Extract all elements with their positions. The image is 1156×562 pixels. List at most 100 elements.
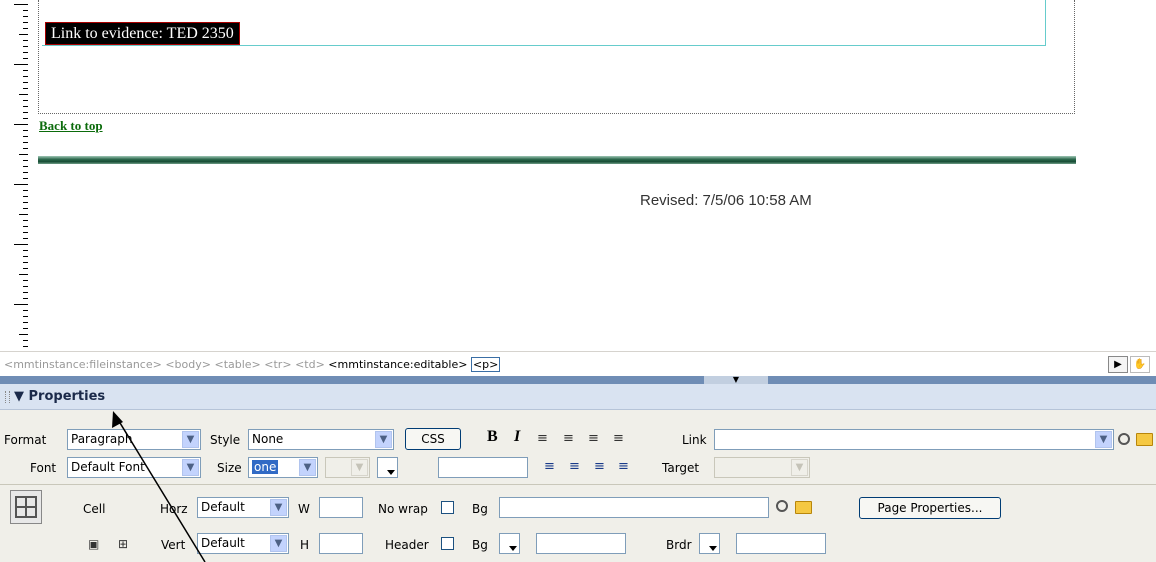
style-select[interactable]: None ▼ <box>248 429 394 450</box>
ruler-tick <box>19 154 28 155</box>
indent-icon[interactable]: ≡ <box>618 459 629 475</box>
merge-cells-icon[interactable]: ▣ <box>88 536 99 552</box>
ruler-tick <box>23 256 28 257</box>
ruler-tick <box>23 208 28 209</box>
chevron-down-icon[interactable]: ▼ <box>375 431 392 448</box>
pointer-tool-icon[interactable]: ▶ <box>1108 356 1128 373</box>
align-justify-icon[interactable]: ≡ <box>613 431 624 447</box>
text-color-input[interactable] <box>438 457 528 478</box>
link-label: Link <box>682 433 707 447</box>
revised-date-text: Revised: 7/5/06 10:58 AM <box>640 192 812 209</box>
target-label: Target <box>662 461 700 475</box>
design-view[interactable]: Link to evidence: TED 2350 Back to top R… <box>0 0 1156 351</box>
chevron-down-icon: ▼ <box>351 459 368 476</box>
vertical-ruler <box>0 0 28 351</box>
bold-button[interactable]: B <box>487 428 498 446</box>
ruler-tick <box>23 130 28 131</box>
format-value: Paragraph <box>71 432 133 446</box>
horz-select[interactable]: Default ▼ <box>197 497 289 518</box>
back-to-top-link[interactable]: Back to top <box>39 118 103 134</box>
browse-folder-icon[interactable] <box>1136 433 1153 446</box>
browse-folder-icon[interactable] <box>795 501 812 514</box>
nowrap-checkbox[interactable] <box>441 501 454 514</box>
point-to-file-icon[interactable] <box>1118 433 1130 445</box>
size-select[interactable]: one ▼ <box>248 457 318 478</box>
panel-grip-icon[interactable] <box>5 391 10 403</box>
ruler-tick <box>23 100 28 101</box>
properties-title[interactable]: ▼ Properties <box>14 389 105 404</box>
format-select[interactable]: Paragraph ▼ <box>67 429 201 450</box>
ruler-tick <box>14 124 28 125</box>
ruler-tick <box>23 262 28 263</box>
ruler-tick <box>23 106 28 107</box>
cell-label: Cell <box>83 502 106 516</box>
brdr-label: Brdr <box>666 538 692 552</box>
header-checkbox[interactable] <box>441 537 454 550</box>
italic-button[interactable]: I <box>514 428 520 446</box>
splitter-collapse-icon[interactable]: ▼ <box>704 376 768 384</box>
bg-image-input[interactable] <box>499 497 769 518</box>
ruler-tick <box>23 76 28 77</box>
align-left-icon[interactable]: ≡ <box>537 431 548 447</box>
h-label: H <box>300 538 310 552</box>
tag-table[interactable]: <table> <box>214 358 260 371</box>
chevron-down-icon[interactable]: ▼ <box>1095 431 1112 448</box>
css-button[interactable]: CSS <box>405 428 461 450</box>
ruler-tick <box>19 214 28 215</box>
panel-splitter[interactable] <box>0 376 1156 384</box>
outdent-icon[interactable]: ≡ <box>594 459 605 475</box>
ruler-tick <box>23 238 28 239</box>
bg-color-swatch[interactable] <box>499 533 520 554</box>
ordered-list-icon[interactable]: ≡ <box>569 459 580 475</box>
ruler-tick <box>14 184 28 185</box>
chevron-down-icon[interactable]: ▼ <box>270 535 287 552</box>
chevron-down-icon[interactable]: ▼ <box>270 499 287 516</box>
expand-arrow-icon: ▼ <box>14 389 24 404</box>
size-value: one <box>252 460 279 474</box>
vert-select[interactable]: Default ▼ <box>197 533 289 554</box>
ruler-tick <box>23 310 28 311</box>
point-to-file-icon[interactable] <box>776 500 788 512</box>
tag-td[interactable]: <td> <box>295 358 325 371</box>
align-center-icon[interactable]: ≡ <box>563 431 574 447</box>
width-input[interactable] <box>319 497 363 518</box>
hand-tool-icon[interactable]: ✋ <box>1130 356 1150 373</box>
nowrap-label: No wrap <box>378 502 428 516</box>
chevron-down-icon[interactable]: ▼ <box>182 459 199 476</box>
tag-mmtinstance-editable[interactable]: <mmtinstance:editable> <box>328 358 467 371</box>
border-color-swatch[interactable] <box>699 533 720 554</box>
properties-panel-header[interactable]: ▼ Properties <box>0 384 1156 410</box>
border-color-input[interactable] <box>736 533 826 554</box>
ruler-tick <box>23 322 28 323</box>
ruler-tick <box>23 190 28 191</box>
ruler-tick <box>14 64 28 65</box>
height-input[interactable] <box>319 533 363 554</box>
chevron-down-icon[interactable]: ▼ <box>299 459 316 476</box>
link-input[interactable]: ▼ <box>714 429 1114 450</box>
evidence-link-text[interactable]: Link to evidence: TED 2350 <box>45 22 240 45</box>
ruler-tick <box>19 94 28 95</box>
style-label: Style <box>210 433 241 447</box>
ruler-tick <box>23 46 28 47</box>
tag-p-selected[interactable]: <p> <box>470 357 501 372</box>
align-right-icon[interactable]: ≡ <box>588 431 599 447</box>
ruler-tick <box>23 328 28 329</box>
font-select[interactable]: Default Font ▼ <box>67 457 201 478</box>
split-cell-icon[interactable]: ⊞ <box>118 536 128 552</box>
ruler-tick <box>23 16 28 17</box>
tag-mmtinstance-fileinstance[interactable]: <mmtinstance:fileinstance> <box>4 358 162 371</box>
tag-tr[interactable]: <tr> <box>264 358 291 371</box>
vert-label: Vert <box>161 538 186 552</box>
ruler-tick <box>23 88 28 89</box>
ruler-tick <box>23 142 28 143</box>
ruler-tick <box>23 40 28 41</box>
tag-body[interactable]: <body> <box>165 358 211 371</box>
font-label: Font <box>30 461 57 475</box>
chevron-down-icon[interactable]: ▼ <box>182 431 199 448</box>
vert-value: Default <box>201 536 245 550</box>
text-color-swatch[interactable] <box>377 457 398 478</box>
ruler-tick <box>14 304 28 305</box>
unordered-list-icon[interactable]: ≡ <box>544 459 555 475</box>
bg-color-input[interactable] <box>536 533 626 554</box>
page-properties-button[interactable]: Page Properties... <box>859 497 1001 519</box>
